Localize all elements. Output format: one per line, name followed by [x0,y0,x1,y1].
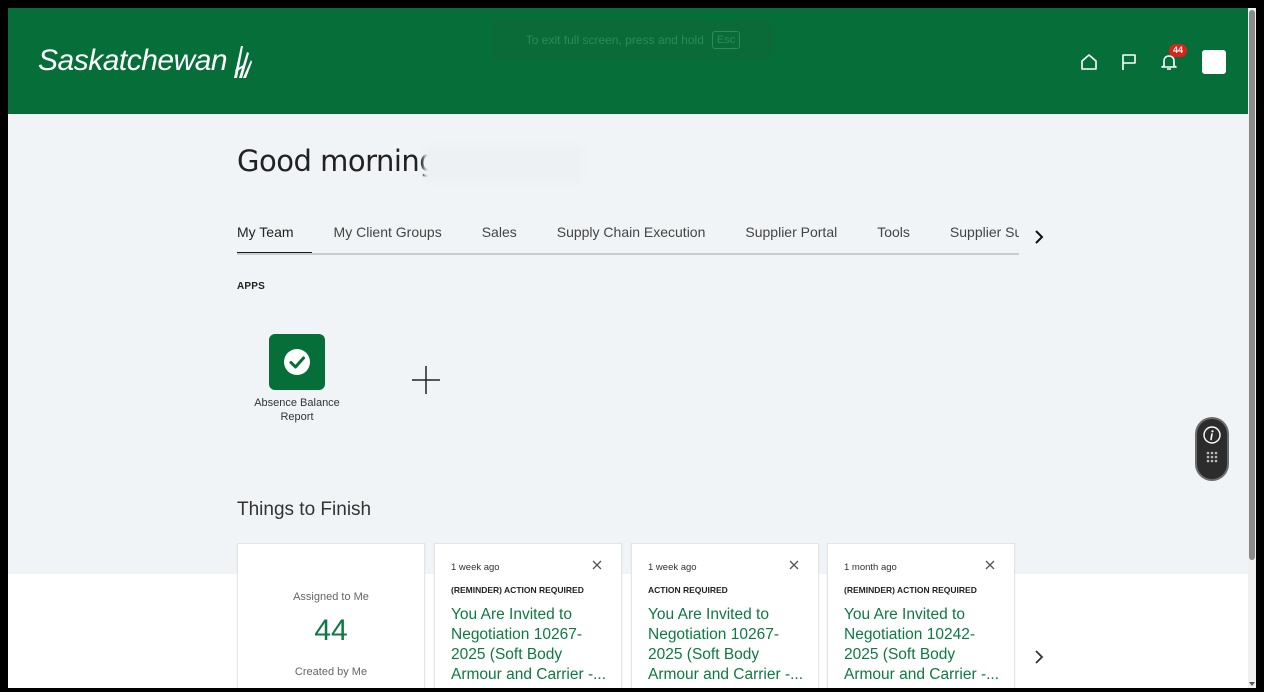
user-avatar[interactable] [1202,50,1226,74]
tab-supplier-portal[interactable]: Supplier Portal [745,222,837,253]
brand-logo[interactable]: Saskatchewan [38,42,253,80]
redacted-user-name [424,144,584,184]
task-age: 1 month ago [844,562,897,573]
tab-sales[interactable]: Sales [482,222,517,253]
task-subject-link[interactable]: You Are Invited to Negotiation 10267-202… [648,605,808,685]
springboard-tabs: My Team My Client Groups Sales Supply Chain… [237,222,1019,255]
tab-supply-chain-execution[interactable]: Supply Chain Execution [557,222,706,253]
tab-supplier-supp[interactable]: Supplier Supp [950,222,1019,253]
task-card[interactable]: 1 week ago ACTION REQUIRED You Are Invit… [631,543,819,688]
things-to-finish-title: Things to Finish [237,499,372,520]
task-type: (REMINDER) ACTION REQUIRED [451,585,584,595]
tab-my-team[interactable]: My Team [237,222,311,253]
scroll-thumb[interactable] [1249,10,1255,560]
task-type: ACTION REQUIRED [648,585,728,595]
check-circle-icon [269,334,325,390]
global-header: Saskatchewan To exit full screen, press … [8,8,1248,114]
task-subject-link[interactable]: You Are Invited to Negotiation 10242-202… [844,605,1004,685]
add-app-plus-icon[interactable] [410,364,442,396]
dismiss-close-icon[interactable] [984,559,996,571]
home-icon[interactable] [1078,51,1100,73]
app-absence-balance-report[interactable]: Absence Balance Report [252,334,342,424]
vertical-scrollbar[interactable] [1248,8,1256,688]
tab-my-client-groups[interactable]: My Client Groups [334,222,442,253]
assigned-to-me-label: Assigned to Me [293,591,369,603]
notification-badge: 44 [1169,44,1188,57]
fullscreen-toast: To exit full screen, press and hold Esc [492,20,774,60]
flag-icon[interactable] [1118,51,1140,73]
wheat-logo-icon [234,46,253,78]
task-subject-link[interactable]: You Are Invited to Negotiation 10267-202… [451,605,611,685]
created-by-me-label[interactable]: Created by Me [238,666,424,678]
task-card[interactable]: 1 week ago (REMINDER) ACTION REQUIRED Yo… [434,543,622,688]
tab-tools[interactable]: Tools [877,222,910,253]
help-widget[interactable] [1197,419,1227,479]
task-age: 1 week ago [648,562,697,573]
task-card[interactable]: 1 month ago (REMINDER) ACTION REQUIRED Y… [827,543,1015,688]
bell-icon[interactable]: 44 [1158,44,1188,73]
app-label: Absence Balance Report [254,397,340,423]
tabs-next-chevron-icon[interactable] [1030,227,1048,247]
app-frame: Saskatchewan To exit full screen, press … [8,8,1256,688]
cards-next-chevron-icon[interactable] [1032,648,1046,666]
greeting: Good morning, [237,144,446,178]
apps-section-label: APPS [237,281,266,292]
dismiss-close-icon[interactable] [788,559,800,571]
task-type: (REMINDER) ACTION REQUIRED [844,585,977,595]
scroll-down-arrow-icon[interactable] [1248,680,1256,688]
brand-name: Saskatchewan [38,44,228,77]
assigned-count[interactable]: 44 [238,614,424,648]
fullscreen-toast-text: To exit full screen, press and hold [525,33,704,47]
task-age: 1 week ago [451,562,500,573]
esc-key-hint: Esc [711,31,741,49]
dismiss-close-icon[interactable] [591,559,603,571]
header-actions: 44 [1078,44,1226,74]
info-icon [1203,426,1221,463]
summary-card[interactable]: Assigned to Me 44 Created by Me [237,543,425,688]
